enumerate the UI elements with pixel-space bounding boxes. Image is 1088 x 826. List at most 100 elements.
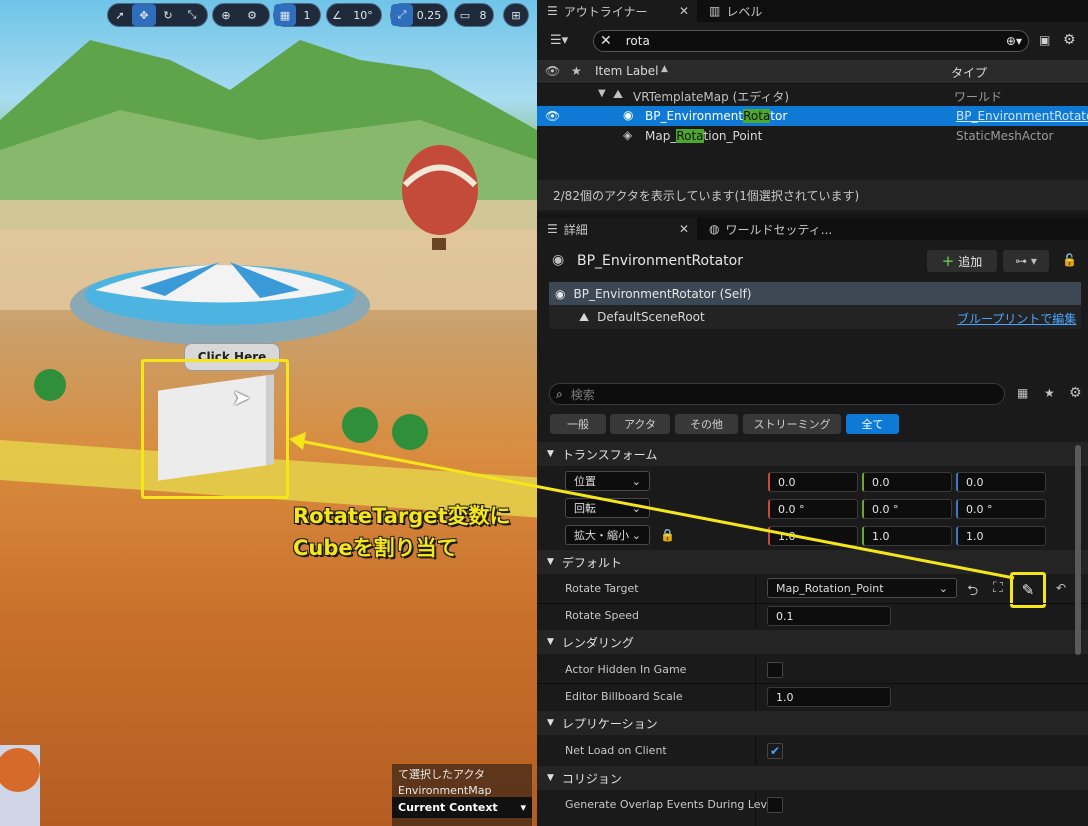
level-viewport[interactable]: ➚ ✥ ↻ ⤡ ⊕ ⚙ ▦ 1 ∠ 10° ⤢ 0.25 ▭ 8 ⊞ Click…	[0, 0, 537, 826]
rotate-speed-field[interactable]: 0.1	[767, 606, 891, 626]
tree-row-selected[interactable]: 👁 ◉ BP_EnvironmentRotator BP_Environment…	[537, 106, 1088, 126]
section-rendering[interactable]: ▼ レンダリング	[537, 630, 1088, 654]
overlap-events-checkbox[interactable]	[767, 797, 783, 813]
use-selected-icon[interactable]: ⮌	[967, 580, 978, 604]
surface-snap-icon[interactable]: ⚙	[239, 4, 265, 26]
column-type[interactable]: タイプ	[951, 64, 987, 81]
tab-level[interactable]: ▥ レベル	[703, 0, 762, 22]
close-icon[interactable]: ✕	[679, 222, 689, 236]
billboard-scale-field[interactable]: 1.0	[767, 687, 891, 707]
net-load-checkbox[interactable]: ✔	[767, 743, 783, 759]
edit-in-blueprint-link[interactable]: ブループリントで編集	[957, 310, 1076, 327]
actor-icon: ◉	[552, 252, 565, 268]
tab-outliner[interactable]: ☰ アウトライナー ✕	[537, 0, 697, 22]
add-filter-icon[interactable]: ⊕▾	[1006, 34, 1022, 48]
pin-column-icon[interactable]: ★	[571, 64, 582, 78]
column-item-label[interactable]: Item Label	[595, 64, 659, 78]
tree-row-type[interactable]: BP_EnvironmentRotato	[956, 109, 1088, 123]
layout-button[interactable]: ⊞	[503, 3, 529, 27]
rotate-icon[interactable]: ↻	[156, 4, 180, 26]
tab-world-settings[interactable]: ◍ ワールドセッティ...	[707, 218, 832, 240]
details-scrollbar[interactable]	[1075, 445, 1081, 655]
rotate-target-value: Map_Rotation_Point	[776, 581, 884, 595]
grid-snap[interactable]: ▦ 1	[273, 3, 321, 27]
angle-snap[interactable]: ∠ 10°	[326, 3, 382, 27]
visibility-column-icon[interactable]: 👁	[545, 64, 560, 78]
grid-icon: ▦	[274, 4, 296, 26]
actor-icon: ◉	[623, 108, 634, 122]
filter-icon[interactable]: ☰▾	[550, 33, 568, 48]
cube-highlight-box	[141, 359, 289, 499]
coord-tools: ⊕ ⚙	[212, 3, 270, 27]
scale-x-field[interactable]: 1.0	[768, 526, 858, 546]
select-icon[interactable]: ➚	[108, 4, 132, 26]
hidden-in-game-checkbox[interactable]	[767, 662, 783, 678]
tab-world-settings-label: ワールドセッティ...	[725, 222, 833, 237]
scale-y-field[interactable]: 1.0	[862, 526, 952, 546]
location-z-field[interactable]: 0.0	[956, 472, 1046, 492]
scale-lock-icon[interactable]: 🔒	[660, 528, 675, 542]
section-transform[interactable]: ▼ トランスフォーム	[537, 442, 1088, 466]
tab-details[interactable]: ☰ 詳細 ✕	[537, 218, 697, 240]
tree-row[interactable]: ▼ ⛰ VRTemplateMap (エディタ) ワールド	[537, 85, 1088, 105]
clear-search-icon[interactable]: ✕	[600, 33, 612, 49]
details-search[interactable]: ⌕ 検索	[549, 383, 1005, 405]
expand-arrow-icon[interactable]: ▼	[598, 88, 606, 99]
outliner-search[interactable]: ✕ rota ⊕▾	[593, 30, 1029, 52]
context-label: Current Context	[398, 801, 498, 814]
move-icon[interactable]: ✥	[132, 4, 156, 26]
section-default[interactable]: ▼ デフォルト	[537, 550, 1088, 574]
filter-misc[interactable]: その他	[675, 414, 738, 434]
world-icon[interactable]: ⊕	[213, 4, 239, 26]
tree-row-label: VRTemplateMap (エディタ)	[633, 90, 790, 104]
blueprint-options-button[interactable]: ⊶ ▾	[1003, 250, 1049, 272]
outliner-search-input[interactable]: rota	[626, 34, 650, 48]
component-self[interactable]: ◉ BP_EnvironmentRotator (Self)	[549, 282, 1081, 305]
camera-speed[interactable]: ▭ 8	[454, 3, 494, 27]
scale-z-field[interactable]: 1.0	[956, 526, 1046, 546]
row-divider	[537, 603, 1088, 604]
info-line-2: EnvironmentMap	[398, 784, 492, 797]
rotation-mode-dropdown[interactable]: 回転 ⌄	[565, 498, 650, 518]
close-icon[interactable]: ✕	[679, 4, 689, 18]
details-tabbar: ☰ 詳細 ✕ ◍ ワールドセッティ...	[537, 218, 1088, 240]
visibility-eye-icon[interactable]: 👁	[545, 109, 560, 123]
billboard-scale-label: Editor Billboard Scale	[565, 690, 683, 703]
settings-icon[interactable]: ⚙	[1069, 385, 1082, 401]
browse-icon[interactable]: ⛶	[993, 580, 1003, 596]
tree-row-label: BP_EnvironmentRotator	[645, 109, 788, 123]
location-x-field[interactable]: 0.0	[768, 472, 858, 492]
rotate-target-dropdown[interactable]: Map_Rotation_Point ⌄	[767, 578, 957, 598]
tree-row[interactable]: ◈ Map_Rotation_Point StaticMeshActor	[537, 126, 1088, 146]
camera-speed-value: 8	[479, 8, 487, 22]
lock-icon[interactable]: 🔓	[1062, 253, 1077, 267]
tree-row-type: ワールド	[954, 90, 1003, 104]
tab-details-label: 詳細	[563, 222, 588, 237]
context-selector[interactable]: Current Context ▾	[392, 797, 532, 818]
filter-streaming[interactable]: ストリーミング	[743, 414, 841, 434]
filter-all[interactable]: 全て	[846, 414, 899, 434]
scale-icon[interactable]: ⤡	[180, 4, 204, 26]
scale-snap[interactable]: ⤢ 0.25	[390, 3, 448, 27]
reset-icon[interactable]: ↶	[1056, 581, 1066, 595]
rotation-y-field[interactable]: 0.0 °	[862, 499, 952, 519]
table-view-icon[interactable]: ▦	[1017, 386, 1028, 400]
new-folder-icon[interactable]: ▣	[1039, 33, 1050, 47]
favorites-icon[interactable]: ★	[1044, 386, 1055, 400]
rotation-z-field[interactable]: 0.0 °	[956, 499, 1046, 519]
settings-icon[interactable]: ⚙	[1063, 32, 1076, 48]
rotate-target-label: Rotate Target	[565, 582, 639, 595]
details-search-input[interactable]: 検索	[571, 386, 595, 403]
filter-general[interactable]: 一般	[550, 414, 606, 434]
section-collision[interactable]: ▼ コリジョン	[537, 766, 1088, 790]
add-component-button[interactable]: + 追加	[927, 250, 997, 272]
scale-mode-dropdown[interactable]: 拡大・縮小 ⌄	[565, 525, 650, 545]
location-y-field[interactable]: 0.0	[862, 472, 952, 492]
filter-actor[interactable]: アクタ	[610, 414, 670, 434]
layout-icon: ⊞	[511, 8, 521, 22]
location-mode-dropdown[interactable]: 位置 ⌄	[565, 471, 650, 491]
static-mesh-icon: ◈	[623, 128, 633, 142]
column-divider	[755, 737, 756, 765]
section-replication[interactable]: ▼ レプリケーション	[537, 711, 1088, 735]
rotation-x-field[interactable]: 0.0 °	[768, 499, 858, 519]
